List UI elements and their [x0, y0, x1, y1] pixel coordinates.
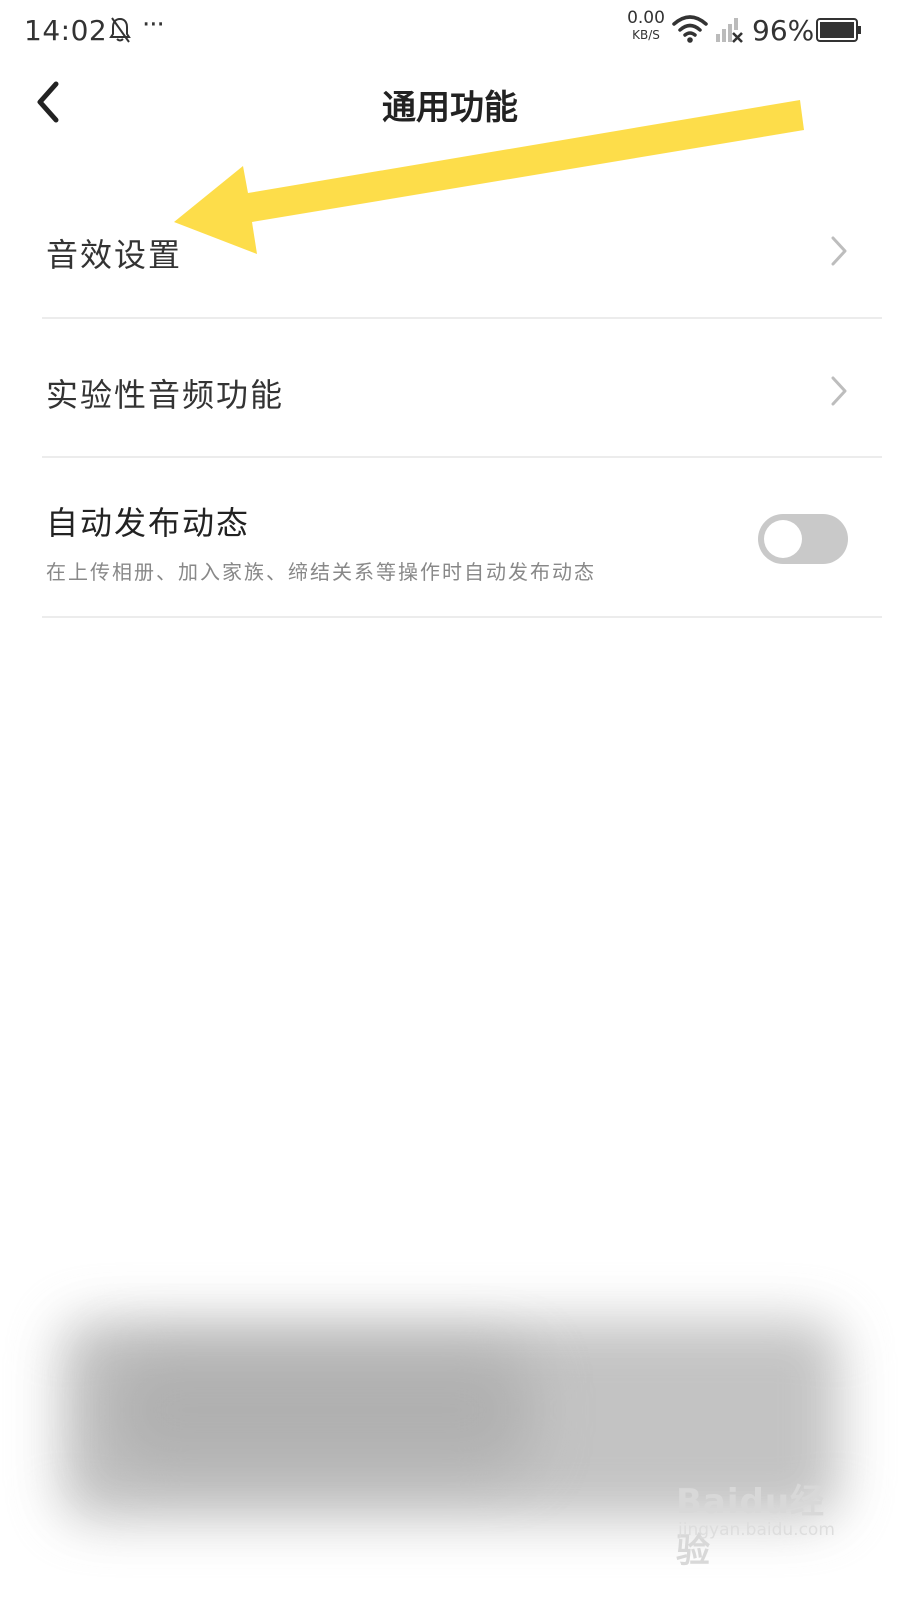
network-speed-value: 0.00 — [627, 8, 665, 28]
wifi-icon — [672, 15, 708, 43]
battery-percent: 96% — [752, 14, 815, 47]
settings-item-label: 音效设置 — [46, 236, 183, 274]
chevron-right-icon — [831, 376, 847, 406]
settings-item-experimental-audio[interactable]: 实验性音频功能 — [0, 320, 900, 458]
auto-post-toggle[interactable] — [758, 514, 848, 564]
chevron-right-icon — [831, 236, 847, 266]
settings-item-auto-post: 自动发布动态 在上传相册、加入家族、缔结关系等操作时自动发布动态 — [0, 460, 900, 618]
divider — [42, 317, 882, 319]
more-notifications-icon: ··· — [142, 10, 165, 40]
page-title: 通用功能 — [382, 88, 518, 128]
settings-item-description: 在上传相册、加入家族、缔结关系等操作时自动发布动态 — [46, 560, 596, 584]
divider — [42, 456, 882, 458]
divider — [42, 616, 882, 618]
network-speed: 0.00 KB/S — [624, 10, 668, 44]
settings-item-label: 实验性音频功能 — [46, 376, 285, 414]
bell-off-icon — [109, 17, 131, 43]
settings-item-label: 自动发布动态 — [46, 504, 251, 542]
status-bar: 14:02 ··· 0.00 KB/S 96% — [0, 0, 900, 64]
settings-item-sound-effects[interactable]: 音效设置 — [0, 180, 900, 318]
network-speed-unit: KB/S — [632, 28, 660, 42]
battery-icon — [816, 18, 861, 42]
watermark-url: jingyan.baidu.com — [678, 1520, 835, 1540]
status-time: 14:02 — [24, 14, 108, 47]
watermark: Baidu经验 jingyan.baidu.com — [676, 1474, 846, 1571]
blurred-content — [110, 1350, 530, 1470]
header: 通用功能 — [0, 64, 900, 144]
signal-icon — [716, 18, 743, 43]
toggle-knob — [764, 520, 802, 558]
